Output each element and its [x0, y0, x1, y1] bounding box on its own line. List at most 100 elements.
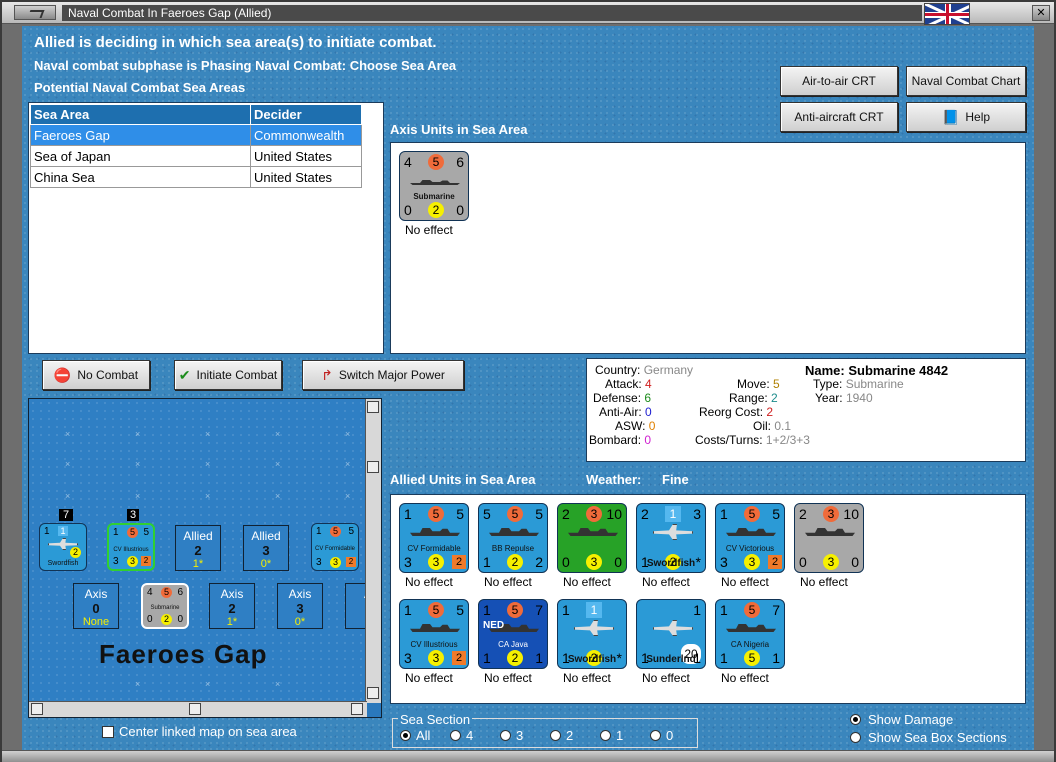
- sea-section-radio[interactable]: [600, 730, 611, 741]
- sea-area-map[interactable]: × × × × × × × × × × × × × × × × × × 7 3 1 1 2 Swordfis…: [28, 398, 382, 718]
- scroll-thumb[interactable]: [367, 461, 379, 473]
- sea-area-cell: China Sea: [30, 166, 251, 188]
- sea-section-label: 0: [666, 728, 674, 743]
- counter-bc: 2: [428, 202, 444, 218]
- counter-tr: 5: [456, 506, 464, 522]
- counter-tl: 1: [404, 602, 412, 618]
- subphase-text: Naval combat subphase is Phasing Naval C…: [34, 58, 457, 73]
- counter-tr: 10: [606, 506, 622, 522]
- counter-br: 1: [535, 650, 543, 666]
- map-horizontal-scrollbar[interactable]: [29, 701, 367, 717]
- map-viewport[interactable]: × × × × × × × × × × × × × × × × × × 7 3 1 1 2 Swordfis…: [29, 399, 381, 703]
- sea-area-name: Faeroes Gap: [99, 639, 268, 669]
- combat-result: No effect: [721, 575, 769, 589]
- plane-icon: [653, 620, 693, 636]
- switch-major-power-button[interactable]: ↱ Switch Major Power: [302, 360, 464, 390]
- map-counter-cv-formidable[interactable]: 1 5 5 CV Formidable 3 3 2: [311, 523, 359, 571]
- counter-bl: 0: [404, 202, 412, 218]
- window-title: Naval Combat In Faeroes Gap (Allied): [62, 5, 922, 21]
- stack-count: 3: [127, 509, 139, 521]
- axis-sea-box[interactable]: Axis 3 0*: [277, 583, 323, 629]
- box-sub: 1*: [226, 616, 238, 628]
- scroll-thumb[interactable]: [189, 703, 201, 715]
- window-menu-icon[interactable]: [14, 5, 56, 20]
- ship-silhouette-icon: [726, 624, 776, 632]
- table-row[interactable]: China Sea United States: [30, 166, 362, 188]
- sea-section-radio[interactable]: [450, 730, 461, 741]
- map-counter-submarine[interactable]: 4 5 6 Submarine 0 2 0: [141, 583, 189, 629]
- unit-counter[interactable]: 2 3 10 0 3 0: [794, 503, 864, 573]
- counter-bc: 3: [127, 556, 138, 567]
- counter-tl: 1: [113, 527, 119, 538]
- stat-value: 4: [645, 377, 652, 391]
- axis-sea-box[interactable]: Axis 2 1*: [209, 583, 255, 629]
- unit-counter[interactable]: 1 5 7 1 2 1 NED CA Java: [478, 599, 548, 669]
- combat-result: No effect: [642, 575, 690, 589]
- no-combat-button[interactable]: ⛔ No Combat: [42, 360, 150, 390]
- unit-counter-submarine[interactable]: 4 5 6 Submarine 0 2 0: [399, 151, 469, 221]
- stat-label: Anti-Air:: [599, 405, 642, 419]
- counter-tl: 1: [720, 602, 728, 618]
- show-damage-radio[interactable]: [850, 714, 861, 725]
- column-header-sea-area[interactable]: Sea Area: [30, 104, 251, 125]
- sea-section-radio[interactable]: [550, 730, 561, 741]
- counter-name: Swordfish: [567, 654, 617, 665]
- table-row[interactable]: Sea of Japan United States: [30, 145, 362, 167]
- scroll-right-arrow-icon[interactable]: [351, 703, 363, 715]
- axis-sea-box[interactable]: Axis 0 None: [73, 583, 119, 629]
- sea-section-radio[interactable]: [500, 730, 511, 741]
- naval-combat-chart-button[interactable]: Naval Combat Chart: [906, 66, 1026, 96]
- counter-br: 0: [614, 554, 622, 570]
- column-header-decider[interactable]: Decider: [250, 104, 362, 125]
- center-map-checkbox[interactable]: [102, 726, 114, 738]
- stat-label: Name:: [805, 363, 845, 378]
- counter-bc: 2: [507, 554, 523, 570]
- allied-sea-box[interactable]: Allied 2 1*: [175, 525, 221, 571]
- stat-value: 1940: [845, 391, 873, 405]
- map-vertical-scrollbar[interactable]: [365, 399, 381, 703]
- stat-value: 0.1: [774, 419, 792, 433]
- help-button[interactable]: 📘 Help: [906, 102, 1026, 132]
- axis-units-panel: 4 5 6 Submarine 0 2 0 No effect: [390, 142, 1026, 354]
- unit-counter[interactable]: 1 5 7 1 5 1 CA Nigeria: [715, 599, 785, 669]
- stat-label: Bombard:: [589, 433, 642, 447]
- counter-name: CA Java: [498, 640, 528, 649]
- scroll-left-arrow-icon[interactable]: [31, 703, 43, 715]
- unit-counter[interactable]: 1 1 20 1 Sunderlnd: [636, 599, 706, 669]
- unit-counter[interactable]: 1 5 5 3 3 2 CV Illustrious: [399, 599, 469, 669]
- unit-counter[interactable]: 1 1 1 2 * Swordfish: [557, 599, 627, 669]
- air-to-air-crt-button[interactable]: Air-to-air CRT: [780, 66, 898, 96]
- map-counter-cv-illustrious[interactable]: 1 5 5 CV Illustrious 3 3 2: [107, 523, 155, 571]
- unit-counter[interactable]: 5 5 5 1 2 2 BB Repulse: [478, 503, 548, 573]
- table-row[interactable]: Faeroes Gap Commonwealth: [30, 124, 362, 146]
- scroll-down-arrow-icon[interactable]: [367, 687, 379, 699]
- unit-counter[interactable]: 2 3 10 0 3 0: [557, 503, 627, 573]
- counter-tr: 7: [772, 602, 780, 618]
- unit-counter[interactable]: 1 5 5 3 3 2 CV Formidable: [399, 503, 469, 573]
- counter-tc: 5: [507, 506, 523, 522]
- counter-bc: 3: [823, 554, 839, 570]
- map-counter-swordfish[interactable]: 1 1 2 Swordfish: [39, 523, 87, 571]
- stack-count: 7: [59, 509, 73, 521]
- stat-value: 2: [766, 405, 774, 419]
- counter-br: 2: [141, 556, 151, 566]
- status-heading: Allied is deciding in which sea area(s) …: [34, 34, 437, 51]
- scroll-up-arrow-icon[interactable]: [367, 401, 379, 413]
- show-sea-box-sections-radio[interactable]: [850, 732, 861, 743]
- stat-label: Attack:: [605, 377, 642, 391]
- close-icon[interactable]: ✕: [1032, 5, 1050, 21]
- counter-bl: 3: [404, 554, 412, 570]
- submarine-silhouette-icon: [410, 180, 460, 185]
- unit-counter[interactable]: 2 1 3 1 2 * Swordfish: [636, 503, 706, 573]
- initiate-combat-button[interactable]: ✔ Initiate Combat: [174, 360, 282, 390]
- sea-section-radio[interactable]: [400, 730, 411, 741]
- sea-section-radio[interactable]: [650, 730, 661, 741]
- title-bar: Naval Combat In Faeroes Gap (Allied) ✕: [2, 2, 1054, 25]
- counter-bl: 1: [720, 650, 728, 666]
- allied-units-panel: 1 5 5 3 3 2 CV Formidable No effect 5 5 5 1 2 2 BB Rep…: [390, 494, 1026, 704]
- center-map-label: Center linked map on sea area: [119, 724, 297, 739]
- unit-counter[interactable]: 1 5 5 3 3 2 CV Victorious: [715, 503, 785, 573]
- anti-aircraft-crt-button[interactable]: Anti-aircraft CRT: [780, 102, 898, 132]
- counter-tc: 5: [744, 602, 760, 618]
- allied-sea-box[interactable]: Allied 3 0*: [243, 525, 289, 571]
